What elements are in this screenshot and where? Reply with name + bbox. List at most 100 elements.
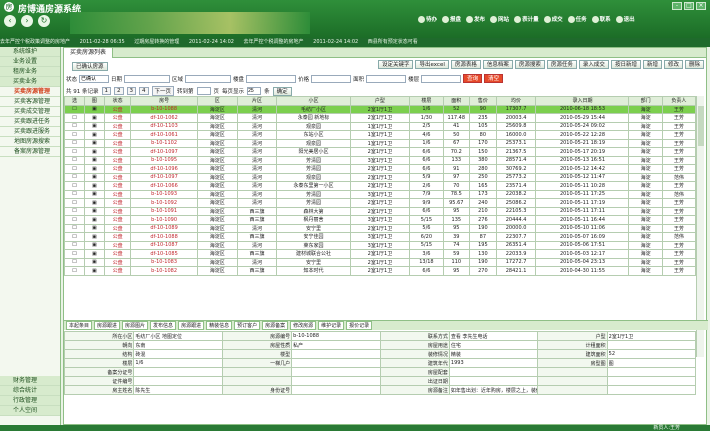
ticker-item[interactable]: 去年严控个税政策调整的房地产 <box>0 39 70 45</box>
goto-page-input[interactable] <box>196 87 211 95</box>
listing-search-button[interactable]: 房源搜索 <box>514 60 545 69</box>
clear-button[interactable]: 清空 <box>484 74 504 83</box>
sidebar-item-admin[interactable]: 行政管理 <box>0 396 60 406</box>
row-image-icon[interactable]: ▣ <box>83 138 105 148</box>
listing-table-button[interactable]: 房源表格 <box>450 60 481 69</box>
row-checkbox[interactable]: ☐ <box>64 232 85 242</box>
date-input[interactable] <box>124 74 171 83</box>
per-page-input[interactable] <box>247 87 262 95</box>
row-image-icon[interactable]: ▣ <box>83 121 105 131</box>
row-checkbox[interactable]: ☐ <box>64 223 85 233</box>
column-header[interactable]: 负责人 <box>661 96 696 106</box>
column-header[interactable]: 状态 <box>103 96 132 106</box>
row-checkbox[interactable]: ☐ <box>64 121 85 131</box>
table-row[interactable]: ☐ ▣ 公盘 b-10-1102 海淀区 清河 观泉园 1室1厅1卫 1/6 67 170 25373… <box>64 138 696 148</box>
table-row[interactable]: ☐ ▣ 公盘 df-10-1096 海淀区 清河 芳清园 2室1厅1卫 6/6 91 280 3076… <box>64 164 696 174</box>
row-image-icon[interactable]: ▣ <box>83 257 105 267</box>
row-checkbox[interactable]: ☐ <box>64 240 85 250</box>
column-header[interactable]: 小区 <box>276 96 351 106</box>
row-image-icon[interactable]: ▣ <box>83 172 105 182</box>
detail-tab[interactable]: 房源跟进 <box>94 321 121 330</box>
row-checkbox[interactable]: ☐ <box>64 130 85 140</box>
row-checkbox[interactable]: ☐ <box>64 181 85 191</box>
row-checkbox[interactable]: ☐ <box>64 266 85 276</box>
table-row[interactable]: ☐ ▣ 公盘 df-10-1061 海淀区 清河 东站小区 1室1厅1卫 4/6 50 80 1600… <box>64 130 696 140</box>
table-row[interactable]: ☐ ▣ 公盘 b-10-1090 海淀区 西三旗 枫丹丽舍 3室1厅1卫 5/15 135 276 2… <box>64 215 696 225</box>
table-row[interactable]: ☐ ▣ 公盘 df-10-1066 海淀区 清河 永泰东里第一小区 2室1厅1卫 2/6 70 16… <box>64 181 696 191</box>
detail-tab[interactable]: 房源图片 <box>122 321 149 330</box>
new-button[interactable]: 新增 <box>642 60 662 69</box>
row-image-icon[interactable]: ▣ <box>83 130 105 140</box>
state-select[interactable] <box>79 74 110 83</box>
row-image-icon[interactable]: ▣ <box>83 147 105 157</box>
page-1[interactable]: 1 <box>101 87 111 95</box>
row-checkbox[interactable]: ☐ <box>64 257 85 267</box>
detail-tab[interactable]: 修改房源 <box>290 321 317 330</box>
query-button[interactable]: 查询 <box>463 74 483 83</box>
row-image-icon[interactable]: ▣ <box>83 206 105 216</box>
price-input[interactable] <box>311 74 352 83</box>
table-row[interactable]: ☐ ▣ 公盘 b-10-1082 海淀区 西三旗 知本时代 2室1厅1卫 6/6 95 270 284… <box>64 266 696 276</box>
scroll-thumb[interactable] <box>698 106 704 146</box>
row-image-icon[interactable]: ▣ <box>83 164 105 174</box>
area-select[interactable] <box>185 74 232 83</box>
column-header[interactable]: 图 <box>83 96 105 106</box>
next-page-button[interactable]: 下一页 <box>151 86 175 96</box>
row-checkbox[interactable]: ☐ <box>64 147 85 157</box>
page-4[interactable]: 4 <box>139 87 149 95</box>
row-checkbox[interactable]: ☐ <box>64 138 85 148</box>
row-image-icon[interactable]: ▣ <box>83 155 105 165</box>
column-header[interactable]: 面积 <box>442 96 471 106</box>
row-image-icon[interactable]: ▣ <box>83 266 105 276</box>
row-checkbox[interactable]: ☐ <box>64 249 85 259</box>
column-header[interactable]: 房号 <box>130 96 198 106</box>
row-checkbox[interactable]: ☐ <box>64 189 85 199</box>
sidebar-item-sale-clients[interactable]: 买卖客源管理 <box>0 97 60 107</box>
export-excel-button[interactable]: 导出excel <box>415 60 449 69</box>
sidebar-item-sale-followup[interactable]: 买卖跟进任务 <box>0 117 60 127</box>
edit-button[interactable]: 修改 <box>663 60 683 69</box>
toolbar-item[interactable]: 退出 <box>615 15 635 23</box>
row-image-icon[interactable]: ▣ <box>83 249 105 259</box>
table-row[interactable]: ☐ ▣ 公盘 b-10-1088 海淀区 清河 毛纺厂小区 2室1厅1卫 1/6 52 90 1730… <box>64 104 696 114</box>
detail-tab[interactable]: 报价记录 <box>346 321 373 330</box>
sidebar-item-sale-service[interactable]: 买卖跟进服务 <box>0 127 60 137</box>
toolbar-item[interactable]: 发布 <box>466 15 485 23</box>
table-row[interactable]: ☐ ▣ 公盘 df-10-1062 海淀区 清河 永泰园 新地标 2室1厅1卫 1/30 117.… <box>64 113 696 123</box>
building-input[interactable] <box>246 74 297 83</box>
floor-input[interactable] <box>421 74 462 83</box>
sidebar-item-finance[interactable]: 财务管理 <box>0 376 60 386</box>
page-3[interactable]: 3 <box>126 87 136 95</box>
column-header[interactable]: 选 <box>64 96 85 106</box>
row-image-icon[interactable]: ▣ <box>83 240 105 250</box>
table-row[interactable]: ☐ ▣ 公盘 df-10-1089 海淀区 清河 安宁里 2室1厅1卫 5/6 95 190 2000… <box>64 223 696 233</box>
daily-new-button[interactable]: 按日新增 <box>610 60 641 69</box>
ticker-item[interactable]: 西县所有预定状态可看 <box>368 39 418 45</box>
row-image-icon[interactable]: ▣ <box>83 189 105 199</box>
toolbar-item[interactable]: 待办 <box>418 15 437 23</box>
row-checkbox[interactable]: ☐ <box>64 164 85 174</box>
table-row[interactable]: ☐ ▣ 公盘 b-10-1093 海淀区 清河 芳清园 3室1厅1卫 7/9 78.5 173 220… <box>64 189 696 199</box>
confirm-button[interactable]: 确定 <box>272 86 292 96</box>
row-image-icon[interactable]: ▣ <box>83 113 105 123</box>
maximize-button[interactable]: □ <box>684 2 694 10</box>
toolbar-item[interactable]: 报盘 <box>442 15 461 23</box>
sidebar-item-sale-listings[interactable]: 买卖房源管理 <box>0 87 60 97</box>
back-icon[interactable]: ‹ <box>4 15 16 27</box>
column-header[interactable]: 楼层 <box>409 96 444 106</box>
table-row[interactable]: ☐ ▣ 公盘 df-10-1085 海淀区 西三旗 建材城联合公社 2室1厅1卫 3/6 59 13… <box>64 249 696 259</box>
toolbar-item[interactable]: 联系 <box>591 15 611 23</box>
detail-tab[interactable]: 精装信息 <box>206 321 233 330</box>
table-row[interactable]: ☐ ▣ 公盘 df-10-1097 海淀区 清河 观泉园 2室1厅1卫 5/9 97 250 2577… <box>64 172 696 182</box>
table-row[interactable]: ☐ ▣ 公盘 b-10-1095 海淀区 清河 芳清园 3室1厅1卫 6/6 133 380 2857… <box>64 155 696 165</box>
table-row[interactable]: ☐ ▣ 公盘 b-10-1083 海淀区 清河 安宁里 2室1厅1卫 13/18 110 190 17… <box>64 257 696 267</box>
row-checkbox[interactable]: ☐ <box>64 198 85 208</box>
detail-tab[interactable]: 房源备案 <box>262 321 289 330</box>
row-checkbox[interactable]: ☐ <box>64 206 85 216</box>
table-row[interactable]: ☐ ▣ 公盘 df-10-1103 海淀区 清河 观泉园 1室1厅1卫 2/5 41 105 2560… <box>64 121 696 131</box>
sidebar-item-sale-deals[interactable]: 买卖成交管理 <box>0 107 60 117</box>
close-button[interactable]: × <box>696 2 706 10</box>
tab-sale-listings[interactable]: 买卖房源列表 <box>64 48 114 58</box>
row-image-icon[interactable]: ▣ <box>83 215 105 225</box>
size-input[interactable] <box>366 74 407 83</box>
